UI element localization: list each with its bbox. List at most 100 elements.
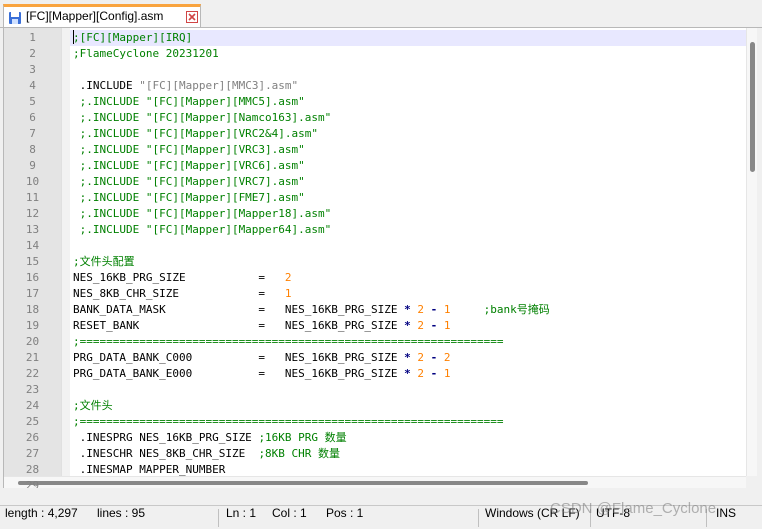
code-token: .INESMAP MAPPER_NUMBER: [73, 463, 226, 476]
close-icon[interactable]: [186, 11, 198, 23]
line-number[interactable]: 28: [4, 462, 61, 478]
code-line[interactable]: ;FlameCyclone 20231201: [70, 46, 746, 62]
line-number[interactable]: 14: [4, 238, 61, 254]
line-number[interactable]: 23: [4, 382, 61, 398]
code-token: NES_16KB_PRG_SIZE =: [73, 271, 285, 284]
code-token: ;=======================================…: [73, 415, 504, 428]
code-line-text: .INCLUDE "[FC][Mapper][MMC3].asm": [73, 78, 299, 94]
code-token: .INESPRG NES_16KB_PRG_SIZE: [73, 431, 259, 444]
code-token: *: [404, 303, 411, 316]
code-line[interactable]: .INESCHR NES_8KB_CHR_SIZE ;8KB CHR 数量: [70, 446, 746, 462]
line-number[interactable]: 13: [4, 222, 61, 238]
code-line[interactable]: NES_16KB_PRG_SIZE = 2: [70, 270, 746, 286]
code-token: ;bank号掩码: [483, 303, 550, 316]
fold-margin[interactable]: [61, 28, 70, 488]
line-number[interactable]: 2: [4, 46, 61, 62]
line-number[interactable]: 9: [4, 158, 61, 174]
line-number[interactable]: 27: [4, 446, 61, 462]
code-line[interactable]: .INESPRG NES_16KB_PRG_SIZE ;16KB PRG 数量: [70, 430, 746, 446]
code-area[interactable]: ;[FC][Mapper][IRQ] ;FlameCyclone 20231201…: [70, 28, 746, 488]
code-line[interactable]: [70, 382, 746, 398]
line-number[interactable]: 8: [4, 142, 61, 158]
line-number[interactable]: 18: [4, 302, 61, 318]
line-number[interactable]: 15: [4, 254, 61, 270]
code-line[interactable]: ;.INCLUDE "[FC][Mapper][VRC3].asm": [70, 142, 746, 158]
vertical-scroll-thumb[interactable]: [750, 42, 755, 172]
code-line[interactable]: .INCLUDE "[FC][Mapper][MMC3].asm": [70, 78, 746, 94]
code-line[interactable]: ;.INCLUDE "[FC][Mapper][Mapper64].asm": [70, 222, 746, 238]
line-number[interactable]: 17: [4, 286, 61, 302]
code-line[interactable]: BANK_DATA_MASK = NES_16KB_PRG_SIZE * 2 -…: [70, 302, 746, 318]
code-line-text: ;文件头配置: [73, 254, 135, 270]
current-code-line[interactable]: ;[FC][Mapper][IRQ]: [70, 30, 746, 46]
save-file-icon: [8, 10, 22, 24]
code-token: ;.INCLUDE "[FC][Mapper][Mapper64].asm": [73, 223, 332, 236]
tab-file[interactable]: [FC][Mapper][Config].asm: [3, 4, 201, 28]
code-line[interactable]: RESET_BANK = NES_16KB_PRG_SIZE * 2 - 1: [70, 318, 746, 334]
code-line-text: ;=======================================…: [73, 414, 503, 430]
line-number[interactable]: 19: [4, 318, 61, 334]
code-token: *: [404, 367, 411, 380]
code-line[interactable]: ;文件头: [70, 398, 746, 414]
line-number[interactable]: 21: [4, 350, 61, 366]
code-line[interactable]: NES_8KB_CHR_SIZE = 1: [70, 286, 746, 302]
line-number[interactable]: 6: [4, 110, 61, 126]
status-length: length : 4,297: [5, 506, 78, 520]
code-line[interactable]: ;.INCLUDE "[FC][Mapper][VRC2&4].asm": [70, 126, 746, 142]
code-token: ;16KB PRG 数量: [258, 431, 347, 444]
code-line[interactable]: ;.INCLUDE "[FC][Mapper][VRC6].asm": [70, 158, 746, 174]
code-line[interactable]: PRG_DATA_BANK_C000 = NES_16KB_PRG_SIZE *…: [70, 350, 746, 366]
code-token: ;8KB CHR 数量: [258, 447, 341, 460]
code-token: *: [404, 351, 411, 364]
line-number[interactable]: 20: [4, 334, 61, 350]
code-line[interactable]: ;文件头配置: [70, 254, 746, 270]
line-number[interactable]: 25: [4, 414, 61, 430]
code-line-text: ;.INCLUDE "[FC][Mapper][MMC5].asm": [73, 94, 305, 110]
code-line[interactable]: ;.INCLUDE "[FC][Mapper][VRC7].asm": [70, 174, 746, 190]
code-line[interactable]: ;.INCLUDE "[FC][Mapper][Namco163].asm": [70, 110, 746, 126]
code-token: 2: [284, 271, 292, 284]
code-line[interactable]: ;=======================================…: [70, 414, 746, 430]
line-number[interactable]: 16: [4, 270, 61, 286]
code-line[interactable]: ;.INCLUDE "[FC][Mapper][MMC5].asm": [70, 94, 746, 110]
status-lines: lines : 95: [97, 506, 146, 520]
line-number[interactable]: 22: [4, 366, 61, 382]
line-number[interactable]: 11: [4, 190, 61, 206]
watermark: CSDN @Flame_Cyclone: [550, 500, 717, 517]
line-number[interactable]: 29: [4, 478, 61, 488]
editor[interactable]: ;[FC][Mapper][IRQ] ;FlameCyclone 20231201…: [3, 28, 757, 488]
line-number[interactable]: 1: [4, 30, 61, 46]
line-number[interactable]: 7: [4, 126, 61, 142]
code-line[interactable]: ;=======================================…: [70, 334, 746, 350]
line-number[interactable]: 10: [4, 174, 61, 190]
code-line-text: ;.INCLUDE "[FC][Mapper][VRC6].asm": [73, 158, 305, 174]
code-token: 1: [443, 319, 451, 332]
code-line[interactable]: ;.INCLUDE "[FC][Mapper][Mapper18].asm": [70, 206, 746, 222]
vertical-scrollbar[interactable]: [746, 28, 757, 476]
code-token: ;文件头配置: [73, 255, 135, 268]
code-line-text: ;.INCLUDE "[FC][Mapper][FME7].asm": [73, 190, 305, 206]
code-line[interactable]: ;.INCLUDE "[FC][Mapper][FME7].asm": [70, 190, 746, 206]
code-line[interactable]: PRG_DATA_BANK_E000 = NES_16KB_PRG_SIZE *…: [70, 366, 746, 382]
line-number[interactable]: 12: [4, 206, 61, 222]
line-number[interactable]: 5: [4, 94, 61, 110]
code-line[interactable]: [70, 62, 746, 78]
code-line-text: ;.INCLUDE "[FC][Mapper][VRC3].asm": [73, 142, 305, 158]
status-insert-mode[interactable]: INS: [716, 506, 736, 529]
code-token: ;.INCLUDE "[FC][Mapper][Mapper18].asm": [73, 207, 332, 220]
horizontal-scrollbar[interactable]: [4, 476, 746, 488]
line-number[interactable]: 4: [4, 78, 61, 94]
horizontal-scroll-thumb[interactable]: [18, 481, 588, 485]
code-line-text: ;[FC][Mapper][IRQ]: [73, 30, 192, 46]
code-line[interactable]: [70, 238, 746, 254]
code-token: ;.INCLUDE "[FC][Mapper][MMC5].asm": [73, 95, 305, 108]
line-number[interactable]: 24: [4, 398, 61, 414]
status-separator: [218, 509, 219, 527]
line-number[interactable]: 3: [4, 62, 61, 78]
line-number[interactable]: 26: [4, 430, 61, 446]
code-line-text: ;.INCLUDE "[FC][Mapper][Mapper18].asm": [73, 206, 332, 222]
